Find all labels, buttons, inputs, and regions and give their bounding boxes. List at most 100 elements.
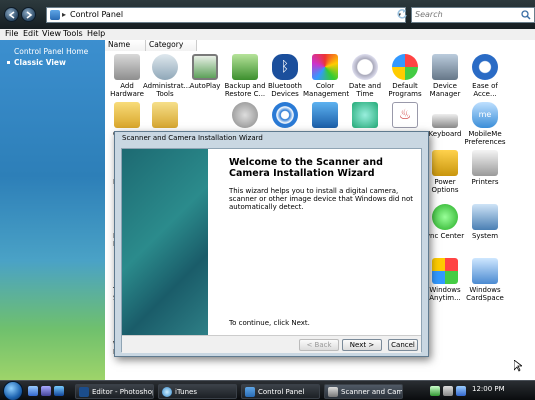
cp-color-management[interactable]: Color Management: [303, 54, 350, 98]
cancel-button[interactable]: Cancel: [388, 339, 418, 351]
cp-bluetooth-devices[interactable]: ᛒ Bluetooth Devices: [263, 54, 307, 98]
icon-label: Options: [431, 186, 459, 194]
cp-sync-center[interactable]: ync Center: [423, 204, 467, 240]
cp-ease-of-access[interactable]: Ease of Acce...: [463, 54, 507, 98]
task-photoshop[interactable]: Editor - Photoshop ...: [75, 384, 154, 399]
task-itunes[interactable]: iTunes: [158, 384, 237, 399]
cp-fonts[interactable]: [143, 102, 187, 130]
icon-label: Preferences: [464, 138, 506, 146]
keyboard-icon: [432, 114, 458, 128]
back-button[interactable]: [4, 7, 19, 22]
cp-device-manager[interactable]: Device Manager: [423, 54, 467, 98]
system-icon: [472, 204, 498, 230]
photoshop-icon: [79, 387, 89, 397]
icon-label: Windows: [469, 286, 501, 294]
back-button[interactable]: < Back: [299, 339, 339, 351]
menu-bar: File Edit View Tools Help: [0, 29, 535, 40]
menu-edit[interactable]: Edit: [23, 29, 39, 38]
cp-administrative-tools[interactable]: Administrat... Tools: [143, 54, 190, 98]
cp-java[interactable]: ♨: [383, 102, 427, 130]
menu-help[interactable]: Help: [87, 29, 105, 38]
menu-view[interactable]: View: [42, 29, 61, 38]
icon-label: Management: [303, 90, 350, 98]
cp-network[interactable]: [263, 102, 307, 130]
cp-windows-anytime-upgrade[interactable]: Windows Anytim...: [423, 258, 467, 302]
bluetooth-tray-icon[interactable]: [456, 386, 466, 396]
cp-autoplay[interactable]: AutoPlay: [183, 54, 227, 90]
refresh-icon[interactable]: [396, 8, 408, 21]
wizard-description: This wizard helps you to install a digit…: [229, 187, 414, 211]
wizard-frame: Welcome to the Scanner and Camera Instal…: [121, 148, 422, 353]
cp-backup-restore[interactable]: Backup and Restore C...: [223, 54, 267, 98]
search-input[interactable]: Search: [411, 7, 535, 23]
icon-label: Backup and: [224, 82, 266, 90]
wizard-continue-text: To continue, click Next.: [229, 319, 310, 327]
icon-label: CardSpace: [466, 294, 504, 302]
next-button[interactable]: Next >: [342, 339, 382, 351]
task-label: Control Panel: [258, 388, 305, 396]
icon-label: Windows: [429, 286, 461, 294]
internet-explorer-icon[interactable]: [54, 386, 64, 396]
scanner-icon: [328, 387, 338, 397]
fonts-folder-icon: [152, 102, 178, 128]
nav-control-panel-home[interactable]: Control Panel Home: [14, 47, 88, 56]
cp-printers[interactable]: Printers: [463, 150, 507, 186]
icon-label: Keyboard: [428, 130, 462, 138]
icon-label: MobileMe: [468, 130, 502, 138]
internet-icon: [312, 102, 338, 128]
switch-windows-icon[interactable]: [41, 386, 51, 396]
cp-date-time[interactable]: Date and Time: [343, 54, 387, 98]
show-desktop-icon[interactable]: [28, 386, 38, 396]
back-arrow-icon: [8, 11, 15, 19]
explorer-titlebar: ▸ Control Panel ▾ Search: [0, 0, 535, 29]
search-icon[interactable]: [521, 10, 531, 20]
search-placeholder: Search: [415, 10, 443, 19]
iscsi-icon: [352, 102, 378, 128]
icon-label: Date and: [348, 82, 382, 90]
task-scanner-wizard[interactable]: Scanner and Camer...: [324, 384, 403, 399]
task-label: iTunes: [175, 388, 197, 396]
cp-default-programs[interactable]: Default Programs: [383, 54, 427, 98]
forward-arrow-icon: [26, 11, 33, 19]
cp-power-options[interactable]: Power Options: [423, 150, 467, 194]
bullet-icon: [7, 61, 10, 64]
backup-icon: [232, 54, 258, 80]
icon-label: Color: [315, 82, 335, 90]
column-header-category[interactable]: Category: [146, 40, 197, 51]
column-header-name[interactable]: Name: [105, 40, 146, 51]
wizard-title: Scanner and Camera Installation Wizard: [122, 134, 263, 142]
nav-classic-view[interactable]: Classic View: [14, 58, 66, 67]
cp-iscsi[interactable]: [343, 102, 387, 130]
network-tray-icon[interactable]: [430, 386, 440, 396]
windows-flag-icon: [432, 258, 458, 284]
cp-mobileme[interactable]: me MobileMe Preferences: [463, 102, 507, 146]
taskbar-clock[interactable]: 12:00 PM: [472, 385, 505, 393]
wizard-heading: Welcome to the Scanner and Camera Instal…: [229, 157, 383, 179]
task-control-panel[interactable]: Control Panel: [241, 384, 320, 399]
clock-icon: [352, 54, 378, 80]
cp-system[interactable]: System: [463, 204, 507, 240]
power-icon: [432, 150, 458, 176]
control-panel-icon: [245, 387, 255, 397]
cp-keyboard[interactable]: Keyboard: [423, 102, 467, 138]
taskbar: Editor - Photoshop ... iTunes Control Pa…: [0, 380, 535, 400]
menu-file[interactable]: File: [5, 29, 18, 38]
color-icon: [312, 54, 338, 80]
icon-label: Device: [433, 82, 457, 90]
start-button[interactable]: [3, 381, 23, 400]
cp-indexing[interactable]: [223, 102, 267, 130]
cp-internet-options[interactable]: [303, 102, 347, 130]
mouse-cursor-icon: [514, 360, 522, 372]
task-label: Editor - Photoshop ...: [92, 388, 154, 396]
icon-label: Power: [434, 178, 456, 186]
menu-tools[interactable]: Tools: [63, 29, 83, 38]
gears-icon: [152, 54, 178, 80]
icon-label: Tools: [156, 90, 174, 98]
network-icon: [272, 102, 298, 128]
cp-windows-cardspace[interactable]: Windows CardSpace: [463, 258, 507, 302]
icon-label: Bluetooth: [268, 82, 302, 90]
forward-button[interactable]: [21, 7, 36, 22]
address-bar[interactable]: ▸ Control Panel ▾: [46, 7, 406, 23]
breadcrumb[interactable]: Control Panel: [70, 10, 123, 19]
volume-tray-icon[interactable]: [443, 386, 453, 396]
